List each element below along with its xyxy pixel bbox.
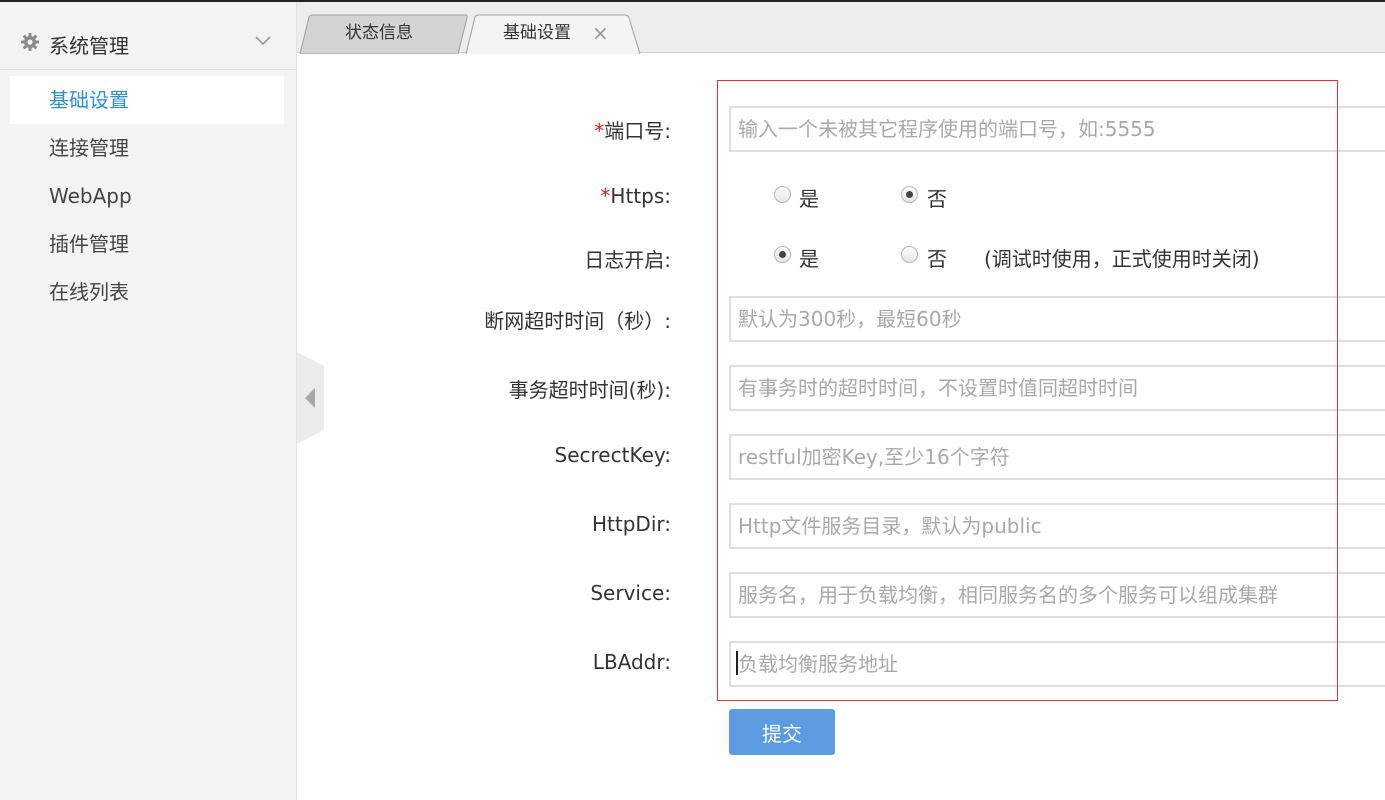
sidebar-item-label: 插件管理 — [49, 232, 129, 256]
https-yes-radio[interactable] — [774, 186, 791, 203]
https-yes-label: 是 — [799, 187, 819, 211]
text-cursor — [736, 651, 738, 675]
sidebar-item-plugin-management[interactable]: 插件管理 — [0, 220, 296, 268]
sidebar-header-system-management[interactable]: 系统管理 — [0, 2, 296, 70]
secret-key-label: SecrectKey: — [554, 443, 671, 467]
http-dir-label: HttpDir: — [592, 512, 671, 536]
port-label: *端口号: — [594, 119, 671, 143]
https-label: *Https: — [600, 184, 671, 208]
lb-addr-input[interactable] — [729, 641, 1385, 687]
sidebar-item-webapp[interactable]: WebApp — [0, 172, 296, 220]
disconnect-timeout-label: 断网超时时间（秒）: — [484, 309, 671, 333]
close-icon[interactable]: × — [592, 14, 609, 52]
log-yes-radio[interactable] — [774, 246, 791, 263]
log-note: (调试时使用，正式使用时关闭) — [984, 247, 1260, 271]
sidebar-item-connection-management[interactable]: 连接管理 — [0, 124, 296, 172]
sidebar-item-label: 连接管理 — [49, 136, 129, 160]
log-no-label: 否 — [927, 247, 947, 271]
secret-key-input[interactable] — [729, 434, 1385, 480]
sidebar-header-title: 系统管理 — [49, 34, 129, 58]
tab-label: 状态信息 — [345, 23, 413, 43]
sidebar-menu: 基础设置 连接管理 WebApp 插件管理 在线列表 — [0, 70, 296, 316]
sidebar-item-basic-settings[interactable]: 基础设置 — [10, 76, 284, 124]
sidebar-item-label: WebApp — [49, 184, 132, 208]
log-no-radio[interactable] — [901, 246, 918, 263]
required-mark: * — [600, 184, 611, 208]
http-dir-input[interactable] — [729, 503, 1385, 549]
transaction-timeout-input[interactable] — [729, 365, 1385, 411]
tab-label: 基础设置 — [503, 23, 571, 43]
service-input[interactable] — [729, 572, 1385, 618]
tab-bar: 状态信息 基础设置 × — [297, 2, 1385, 54]
tab-basic-settings[interactable]: 基础设置 × — [465, 14, 642, 54]
required-mark: * — [594, 119, 605, 143]
disconnect-timeout-input[interactable] — [729, 296, 1385, 342]
https-no-label: 否 — [927, 187, 947, 211]
lb-addr-label: LBAddr: — [592, 650, 671, 674]
sidebar-collapse-handle[interactable] — [297, 352, 324, 444]
chevron-down-icon[interactable] — [254, 35, 272, 47]
port-input[interactable] — [729, 106, 1385, 152]
sidebar-item-label: 在线列表 — [49, 280, 129, 304]
sidebar-item-online-list[interactable]: 在线列表 — [0, 268, 296, 316]
log-label: 日志开启: — [584, 248, 671, 272]
log-yes-label: 是 — [799, 247, 819, 271]
tab-status-info[interactable]: 状态信息 — [299, 14, 469, 54]
service-label: Service: — [590, 581, 671, 605]
sidebar-item-label: 基础设置 — [49, 88, 129, 112]
submit-button[interactable]: 提交 — [729, 709, 835, 755]
https-no-radio[interactable] — [901, 186, 918, 203]
gear-icon — [21, 33, 39, 51]
sidebar: 系统管理 基础设置 连接管理 WebApp 插件管理 在线列表 — [0, 2, 297, 800]
transaction-timeout-label: 事务超时时间(秒): — [508, 378, 671, 402]
